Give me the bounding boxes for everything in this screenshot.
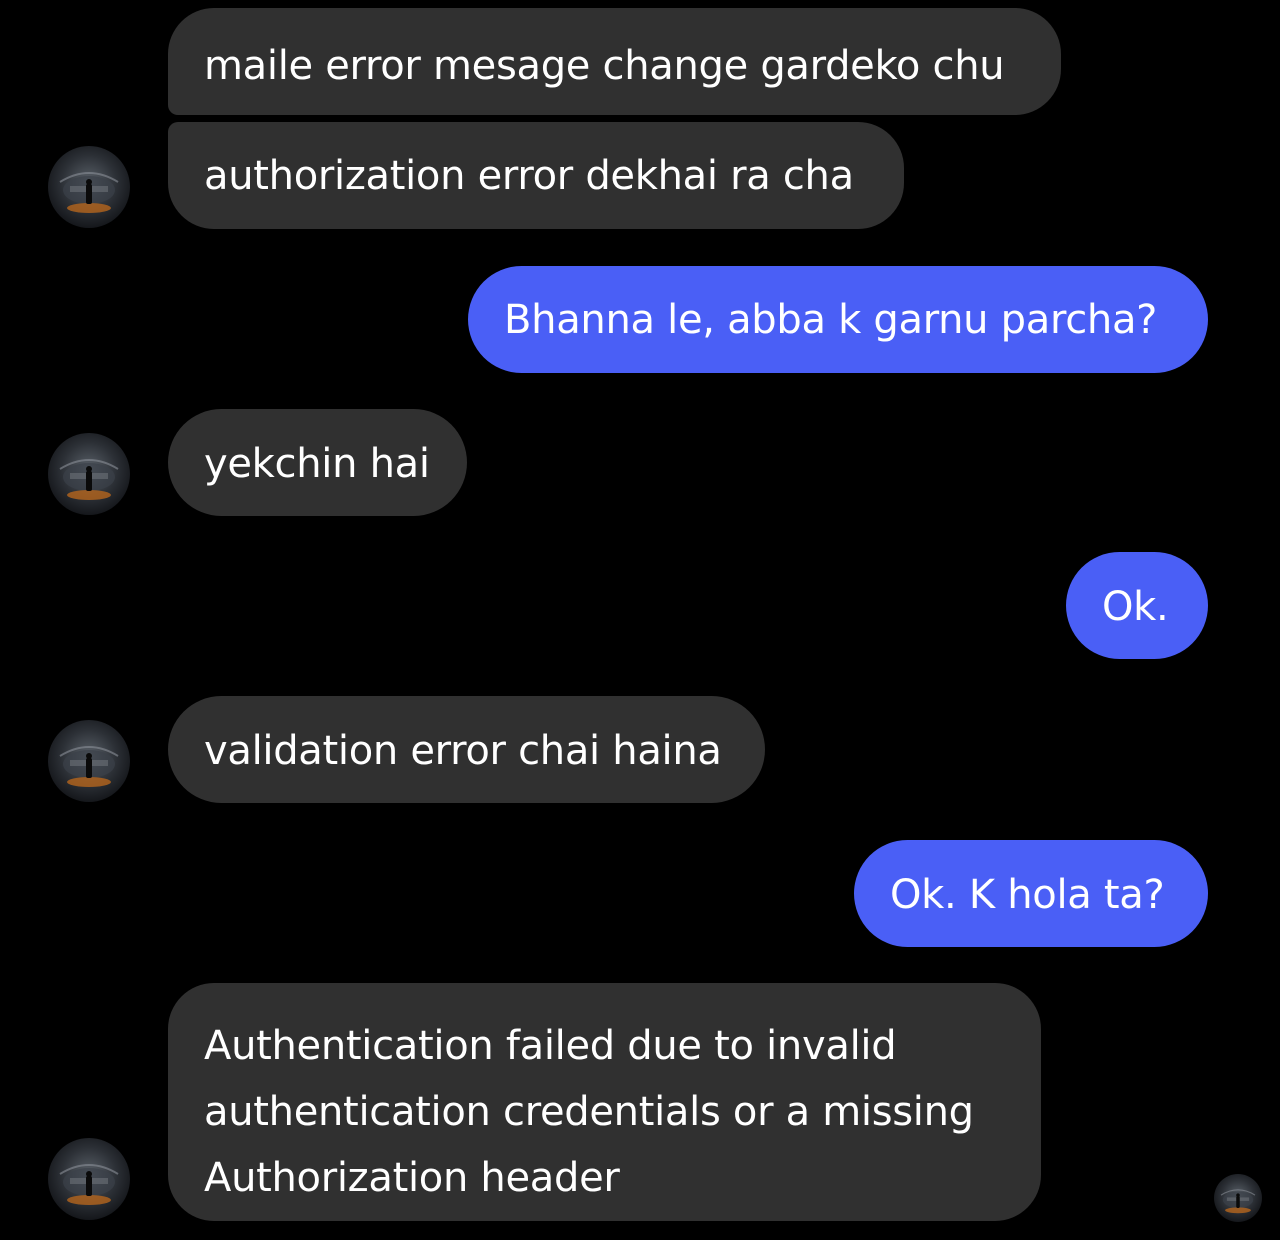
message-text: Ok. K hola ta? <box>890 872 1165 918</box>
message-text: authorization error dekhai ra cha <box>204 153 854 199</box>
incoming-message-bubble[interactable]: Authentication failed due to invalid aut… <box>168 983 1041 1221</box>
seen-avatar-icon <box>1214 1174 1262 1222</box>
contact-avatar-icon[interactable] <box>48 433 130 515</box>
incoming-message-bubble[interactable]: validation error chai haina <box>168 696 765 803</box>
outgoing-message-bubble[interactable]: Ok. <box>1066 552 1208 659</box>
message-text-line: Authorization header <box>204 1155 620 1201</box>
message-text-line: authentication credentials or a missing <box>204 1089 974 1135</box>
contact-avatar-icon[interactable] <box>48 1138 130 1220</box>
message-text: validation error chai haina <box>204 728 722 774</box>
incoming-message-bubble[interactable]: maile error mesage change gardeko chu <box>168 8 1061 115</box>
message-text-line: Authentication failed due to invalid <box>204 1023 897 1069</box>
contact-avatar-icon[interactable] <box>48 720 130 802</box>
message-text: Ok. <box>1102 584 1169 630</box>
contact-avatar-icon[interactable] <box>48 146 130 228</box>
message-text: maile error mesage change gardeko chu <box>204 43 1005 89</box>
message-text: Bhanna le, abba k garnu parcha? <box>504 297 1158 343</box>
message-thread: maile error mesage change gardeko chu au… <box>0 0 1280 1240</box>
outgoing-message-bubble[interactable]: Bhanna le, abba k garnu parcha? <box>468 266 1208 373</box>
message-text: yekchin hai <box>204 441 430 487</box>
incoming-message-bubble[interactable]: authorization error dekhai ra cha <box>168 122 904 229</box>
incoming-message-bubble[interactable]: yekchin hai <box>168 409 467 516</box>
outgoing-message-bubble[interactable]: Ok. K hola ta? <box>854 840 1208 947</box>
